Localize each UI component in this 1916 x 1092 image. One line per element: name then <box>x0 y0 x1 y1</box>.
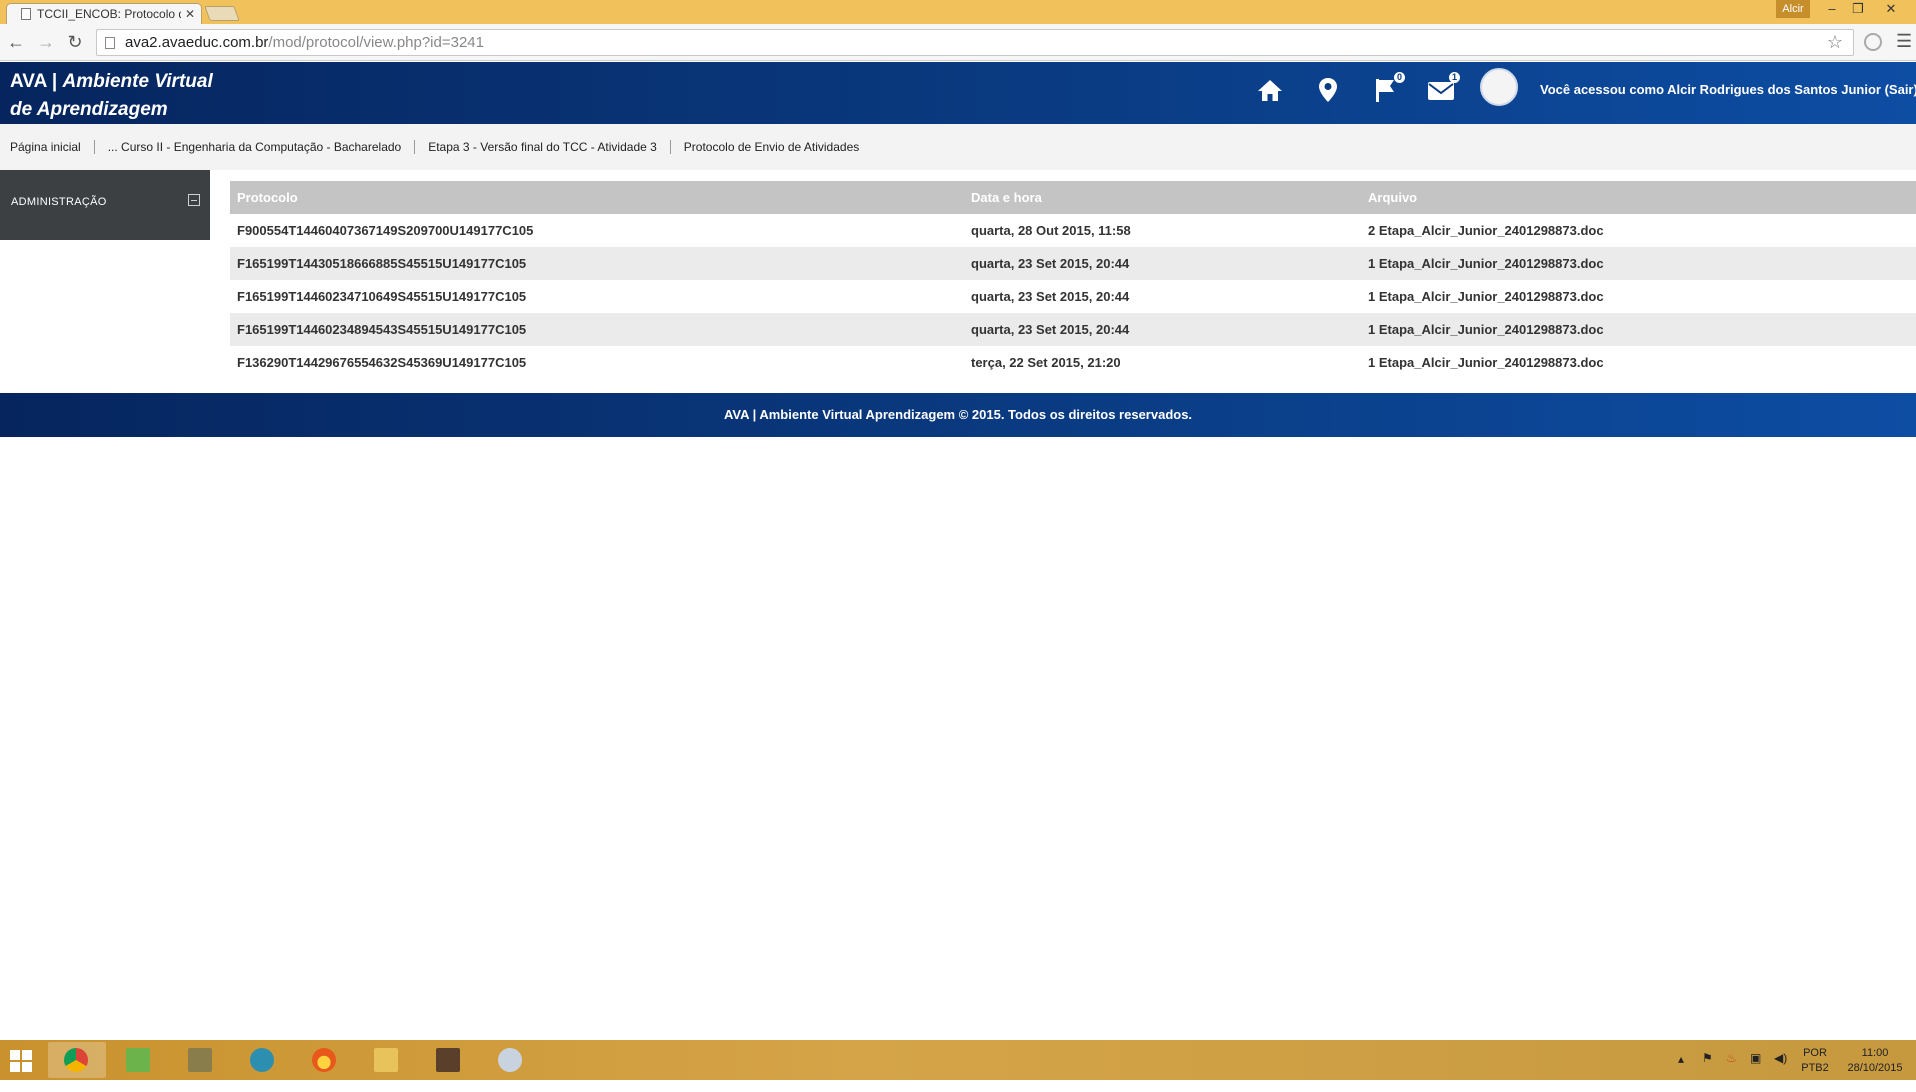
login-info[interactable]: Você acessou como Alcir Rodrigues dos Sa… <box>1540 82 1916 97</box>
column-header-file: Arquivo <box>1361 181 1916 214</box>
file-cell: 2 Etapa_Alcir_Junior_2401298873.doc <box>1368 223 1604 238</box>
collapse-block-icon[interactable] <box>188 194 200 206</box>
table-header-row: Protocolo Data e hora Arquivo <box>230 181 1916 214</box>
table-row: F900554T14460407367149S209700U149177C105… <box>230 214 1916 247</box>
site-footer: AVA | Ambiente Virtual Aprendizagem © 20… <box>0 393 1916 437</box>
breadcrumb-current-page[interactable]: Protocolo de Envio de Atividades <box>684 140 859 154</box>
protocol-cell: F900554T14460407367149S209700U149177C105 <box>237 223 534 238</box>
window-close-icon[interactable]: ✕ <box>1878 0 1904 20</box>
datetime-cell: quarta, 23 Set 2015, 20:44 <box>964 313 1361 346</box>
administration-block: ADMINISTRAÇÃO <box>0 170 210 240</box>
close-tab-icon[interactable]: ✕ <box>185 7 195 21</box>
restore-icon[interactable]: ❐ <box>1845 0 1871 20</box>
file-cell: 1 Etapa_Alcir_Junior_2401298873.doc <box>1368 289 1604 304</box>
breadcrumb-home-link[interactable]: Página inicial <box>10 140 81 154</box>
clock-time: 11:00 <box>1861 1047 1889 1059</box>
breadcrumb-course-link[interactable]: ... Curso II - Engenharia da Computação … <box>108 140 402 154</box>
chrome-menu-icon[interactable]: ☰ <box>1896 31 1912 52</box>
network-icon[interactable]: ▣ <box>1750 1051 1761 1091</box>
table-row: F165199T14430518666885S45515U149177C105 … <box>230 247 1916 280</box>
url-host: ava2.avaeduc.com.br <box>125 34 269 51</box>
tray-app-icon[interactable]: ♨ <box>1726 1051 1737 1091</box>
breadcrumb: Página inicial ... Curso II - Engenharia… <box>0 124 1916 170</box>
windows-taskbar: ▴ ⚑ ♨ ▣ ◀) POR PTB2 11:00 28/10/2015 <box>0 1040 1916 1080</box>
file-explorer-taskbar-icon[interactable] <box>358 1042 416 1078</box>
show-hidden-icons-icon[interactable]: ▴ <box>1678 1052 1684 1092</box>
flag-count-badge: 0 <box>1394 72 1405 83</box>
browser-tab[interactable]: TCCII_ENCOB: Protocolo d ✕ <box>6 3 202 24</box>
reload-icon[interactable]: ↻ <box>63 30 87 54</box>
volume-icon[interactable]: ◀) <box>1774 1051 1787 1091</box>
flag-icon[interactable]: 0 <box>1371 72 1405 110</box>
datetime-cell: quarta, 23 Set 2015, 20:44 <box>964 247 1361 280</box>
breadcrumb-activity-link[interactable]: Etapa 3 - Versão final do TCC - Atividad… <box>428 140 657 154</box>
bookmark-star-icon[interactable]: ☆ <box>1827 32 1843 53</box>
table-row: F136290T14429676554632S45369U149177C105 … <box>230 346 1916 379</box>
mail-count-badge: 1 <box>1449 72 1460 83</box>
system-clock[interactable]: 11:00 28/10/2015 <box>1842 1046 1908 1076</box>
protocol-cell: F165199T14430518666885S45515U149177C105 <box>230 247 964 280</box>
burner-taskbar-icon[interactable] <box>296 1042 354 1078</box>
file-cell: 1 Etapa_Alcir_Junior_2401298873.doc <box>1361 313 1916 346</box>
page-icon <box>21 8 31 20</box>
protocol-cell: F165199T14460234710649S45515U149177C105 <box>237 289 527 304</box>
paint-taskbar-icon[interactable] <box>482 1042 540 1078</box>
user-avatar[interactable] <box>1480 68 1518 106</box>
breadcrumb-divider <box>93 140 95 154</box>
input-language[interactable]: POR PTB2 <box>1800 1046 1830 1076</box>
datetime-cell: terça, 22 Set 2015, 21:20 <box>971 355 1121 370</box>
browser-titlebar: TCCII_ENCOB: Protocolo d ✕ Alcir – ❐ ✕ <box>0 0 1916 24</box>
column-header-datetime: Data e hora <box>964 181 1361 214</box>
protocol-table: Protocolo Data e hora Arquivo F900554T14… <box>230 181 1916 379</box>
administration-title[interactable]: ADMINISTRAÇÃO <box>11 196 107 208</box>
tools-taskbar-icon[interactable] <box>172 1042 230 1078</box>
file-cell: 1 Etapa_Alcir_Junior_2401298873.doc <box>1368 355 1604 370</box>
clock-date: 28/10/2015 <box>1847 1062 1903 1074</box>
breadcrumb-divider <box>669 140 671 154</box>
browser-toolbar: ← → ↻ ava2.avaeduc.com.br/mod/protocol/v… <box>0 24 1916 61</box>
dev-tool-taskbar-icon[interactable] <box>420 1042 478 1078</box>
logo-line1: Ambiente Virtual <box>62 71 213 92</box>
page-icon <box>105 36 115 49</box>
protocol-cell: F165199T14460234894543S45515U149177C105 <box>230 313 964 346</box>
mail-icon[interactable]: 1 <box>1426 72 1460 110</box>
file-cell: 1 Etapa_Alcir_Junior_2401298873.doc <box>1361 247 1916 280</box>
column-header-protocol: Protocolo <box>230 181 964 214</box>
extension-icon[interactable] <box>1864 33 1882 51</box>
breadcrumb-divider <box>414 140 416 154</box>
logo-brand: AVA <box>10 71 47 92</box>
action-center-flag-icon[interactable]: ⚑ <box>1702 1051 1713 1091</box>
back-arrow-icon[interactable]: ← <box>4 30 28 54</box>
home-icon[interactable] <box>1256 76 1290 110</box>
windows-start-icon[interactable] <box>10 1050 32 1072</box>
url-path: /mod/protocol/view.php?id=3241 <box>268 34 484 51</box>
logo-separator: | <box>46 71 63 92</box>
new-tab-button[interactable] <box>204 6 240 21</box>
location-pin-icon[interactable] <box>1314 76 1348 110</box>
datetime-cell: quarta, 28 Out 2015, 11:58 <box>971 223 1131 238</box>
table-row: F165199T14460234710649S45515U149177C105 … <box>230 280 1916 313</box>
language-code: POR <box>1803 1047 1827 1059</box>
profile-badge[interactable]: Alcir <box>1776 0 1810 18</box>
address-bar[interactable]: ava2.avaeduc.com.br/mod/protocol/view.ph… <box>96 29 1854 56</box>
tab-title: TCCII_ENCOB: Protocolo d <box>37 7 181 21</box>
datetime-cell: quarta, 23 Set 2015, 20:44 <box>971 289 1130 304</box>
chrome-taskbar-icon[interactable] <box>48 1042 106 1078</box>
site-logo[interactable]: AVA | Ambiente Virtual de Aprendizagem <box>10 68 213 124</box>
editor-taskbar-icon[interactable] <box>110 1042 168 1078</box>
minimize-icon[interactable]: – <box>1819 0 1845 20</box>
keyboard-layout: PTB2 <box>1801 1062 1829 1074</box>
logo-line2: de Aprendizagem <box>10 99 168 120</box>
protocol-cell: F136290T14429676554632S45369U149177C105 <box>237 355 527 370</box>
forward-arrow-icon[interactable]: → <box>34 30 58 54</box>
table-row: F165199T14460234894543S45515U149177C105 … <box>230 313 1916 346</box>
network-taskbar-icon[interactable] <box>234 1042 292 1078</box>
